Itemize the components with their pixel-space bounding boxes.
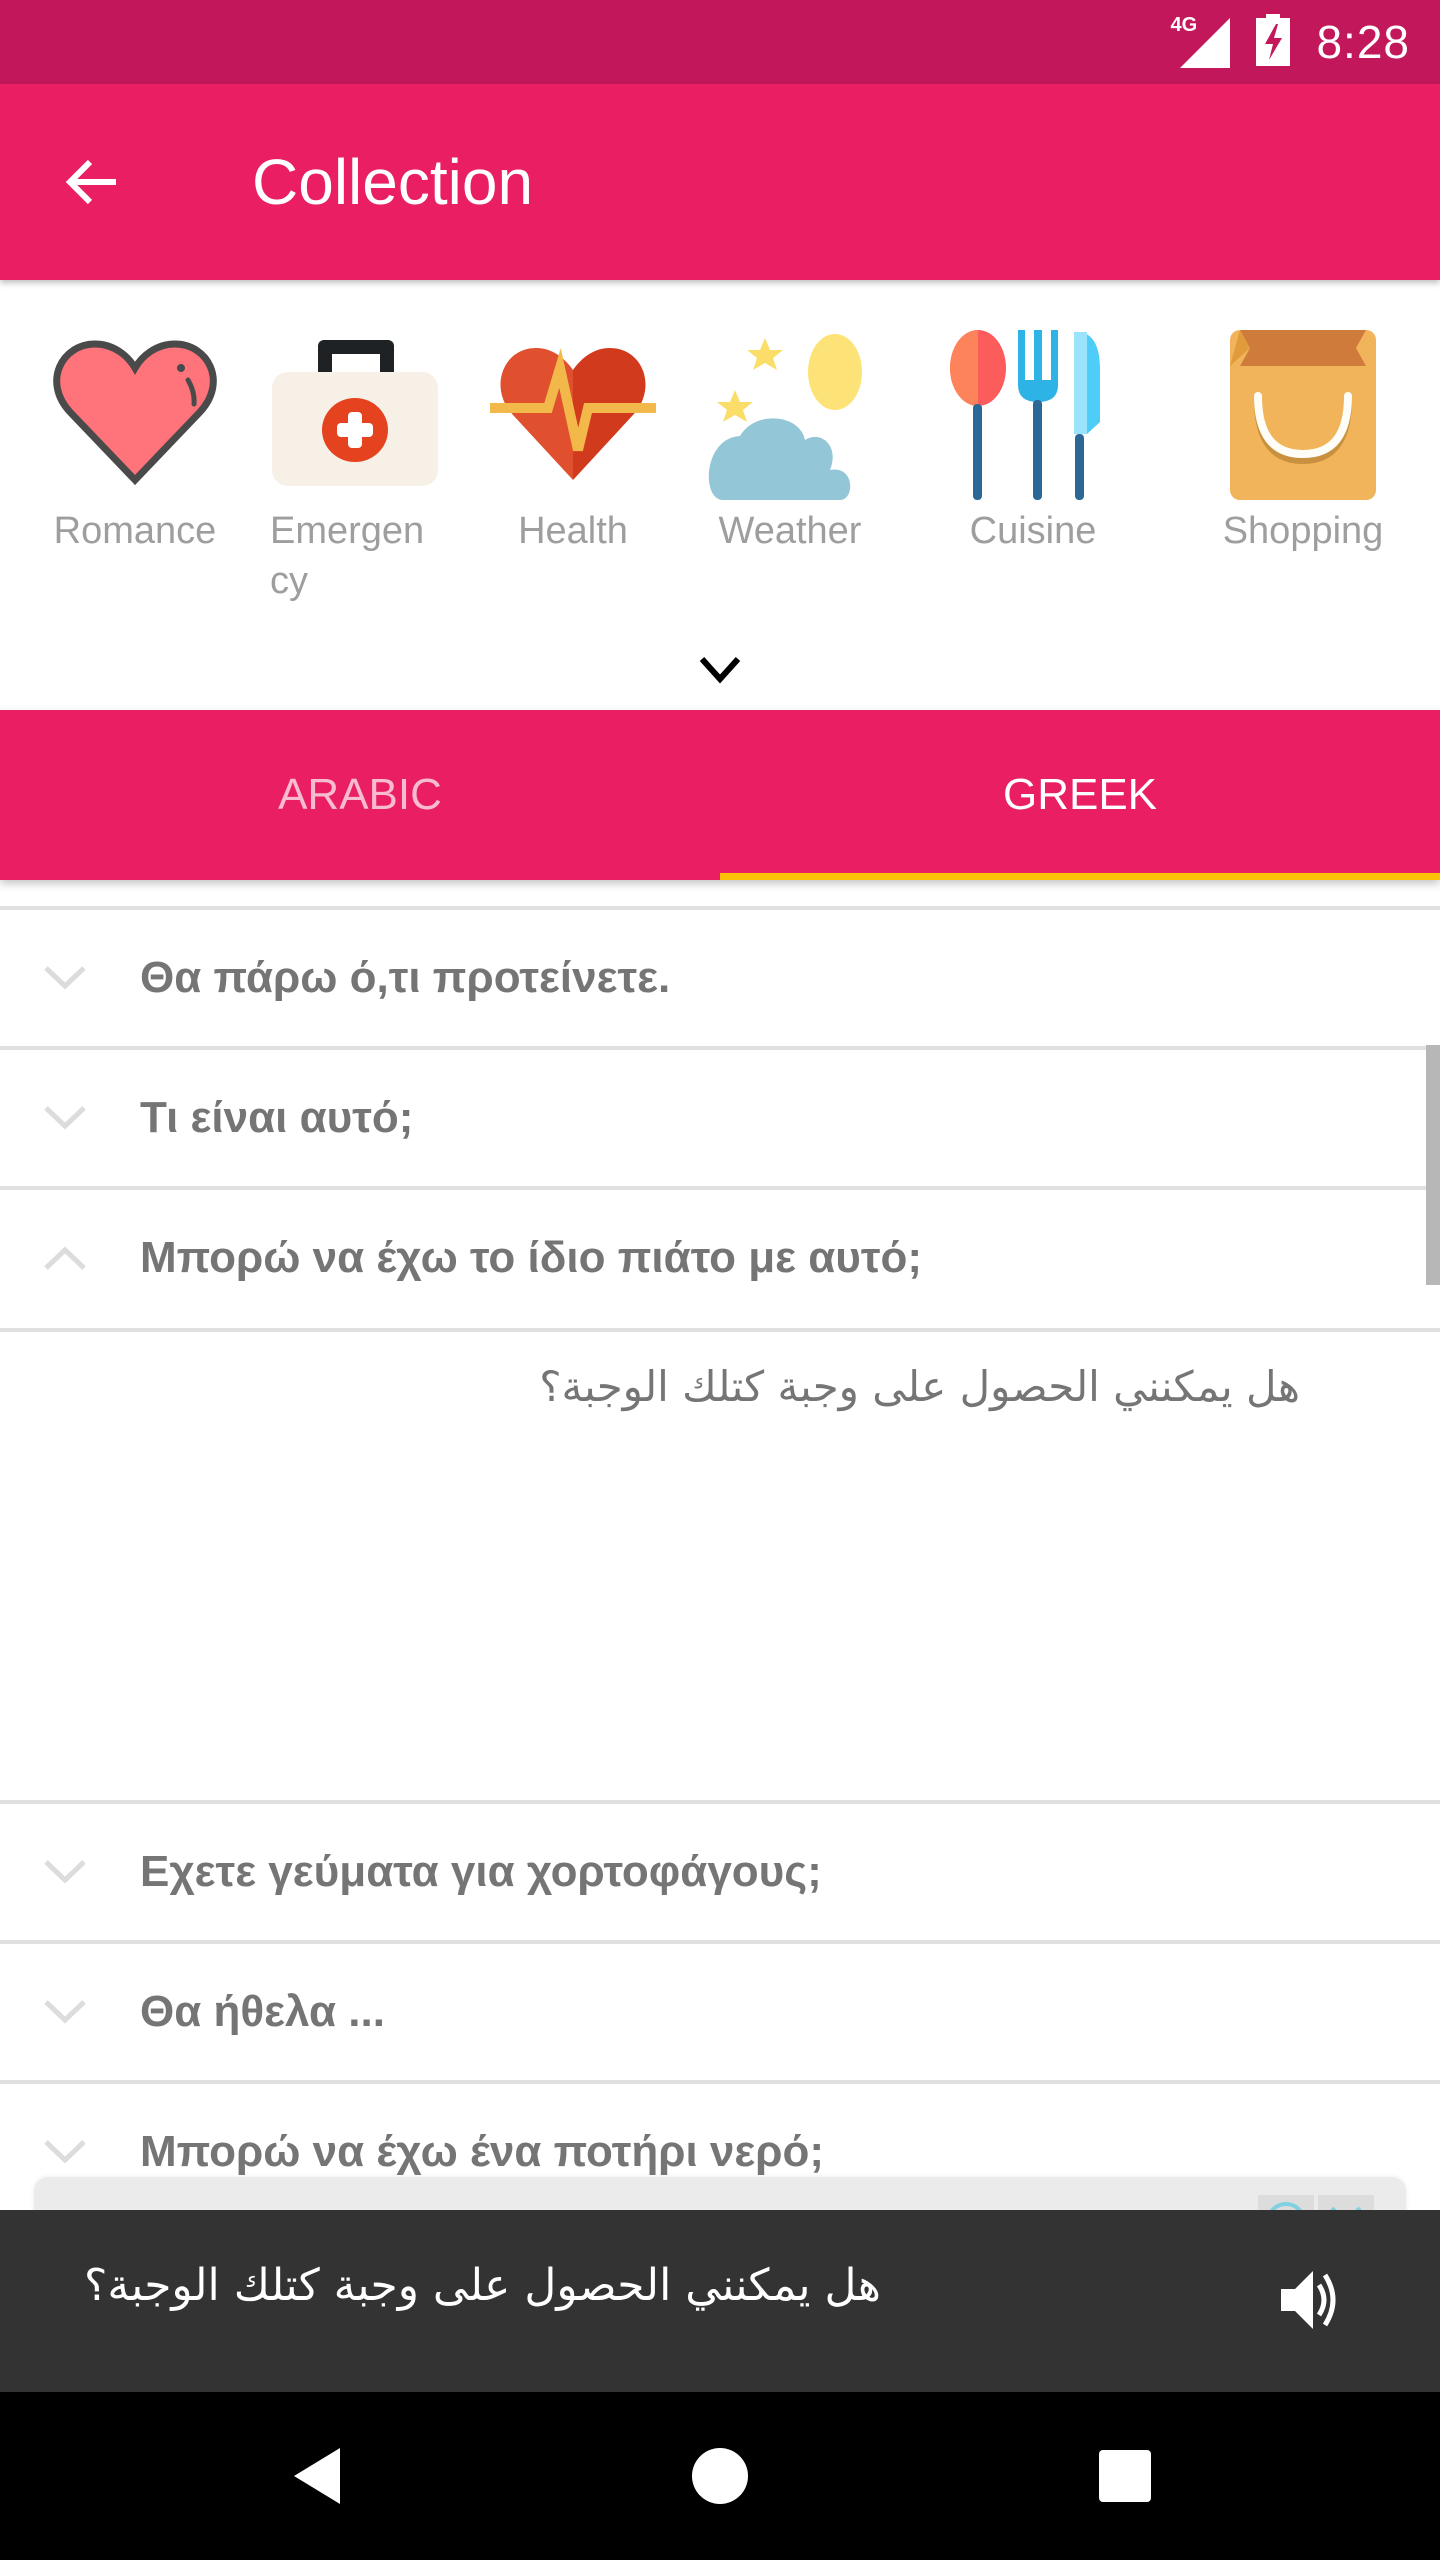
chevron-down-icon [44, 1860, 86, 1884]
phrase-text: Θα πάρω ό,τι προτείνετε. [140, 953, 671, 1002]
chevron-down-icon [44, 1106, 86, 1130]
phrase-text: Θα ήθελα ... [140, 1987, 385, 2036]
nav-back-button[interactable] [278, 2436, 358, 2516]
play-audio-button[interactable] [1270, 2260, 1350, 2340]
language-tabs: ARABIC GREEK [0, 710, 1440, 880]
chevron-up-icon [44, 1246, 86, 1270]
cutlery-icon [948, 330, 1118, 500]
category-label: Emergen cy [270, 510, 425, 602]
phrase-text: Τι είναι αυτό; [140, 1093, 414, 1142]
page-title: Collection [252, 146, 534, 218]
square-recents-icon [1099, 2450, 1151, 2502]
chevron-down-icon [44, 2140, 86, 2164]
phrase-row[interactable]: Τι είναι αυτό; [0, 1046, 1440, 1186]
phrase-text: Μπορώ να έχω το ίδιο πιάτο με αυτό; [140, 1233, 923, 1282]
phrase-row[interactable]: Θα πάρω ό,τι προτείνετε. [0, 906, 1440, 1046]
phrase-text: Εχετε γεύματα για χορτοφάγους; [140, 1847, 822, 1896]
circle-home-icon [692, 2448, 748, 2504]
category-label: Cuisine [969, 510, 1097, 552]
phrase-row-expanded[interactable]: Μπορώ να έχω το ίδιο πιάτο με αυτό; [0, 1186, 1440, 1326]
nav-recents-button[interactable] [1085, 2436, 1165, 2516]
category-cuisine[interactable]: Cuisine [948, 330, 1118, 556]
translation-text: هل يمكنني الحصول على وجبة كتلك الوجبة؟ [539, 1362, 1300, 1411]
category-romance[interactable]: Romance [50, 330, 220, 556]
scrollbar[interactable] [1426, 1045, 1440, 1285]
signal-icon: 4G [1170, 14, 1231, 68]
chevron-down-icon [699, 656, 741, 684]
player-text: هل يمكنني الحصول على وجبة كتلك الوجبة؟ [84, 2260, 882, 2311]
clock: 8:28 [1316, 16, 1410, 68]
phrase-text: Μπορώ να έχω ένα ποτήρι νερό; [140, 2127, 824, 2176]
triangle-back-icon [294, 2448, 340, 2504]
category-label: Romance [53, 510, 217, 552]
category-shopping[interactable]: Shopping [1218, 330, 1388, 556]
system-nav-bar [0, 2392, 1440, 2560]
heartbeat-icon [488, 330, 658, 500]
app-bar: Collection [0, 84, 1440, 280]
phrase-row[interactable]: Μπορώ να έχω ένα ποτήρι νερό; [0, 2080, 1440, 2210]
tab-arabic[interactable]: ARABIC [0, 710, 720, 880]
tab-label: GREEK [1002, 770, 1158, 819]
category-label: Shopping [1222, 510, 1384, 552]
speaker-icon [1281, 2271, 1336, 2329]
tab-greek[interactable]: GREEK [720, 710, 1440, 880]
category-emergency[interactable]: Emergen cy [270, 330, 440, 606]
phrase-row[interactable]: Θα ήθελα ... [0, 1940, 1440, 2080]
expand-categories-button[interactable] [690, 640, 750, 700]
audio-player-bar: هل يمكنني الحصول على وجبة كتلك الوجبة؟ [0, 2210, 1440, 2392]
battery-charging-icon [1256, 13, 1291, 71]
first-aid-kit-icon [270, 330, 440, 500]
category-health[interactable]: Health [488, 330, 658, 556]
phrase-row[interactable]: Εχετε γεύματα για χορτοφάγους; [0, 1800, 1440, 1940]
tab-indicator [720, 873, 1440, 880]
weather-icon [705, 330, 875, 500]
chevron-down-icon [44, 2000, 86, 2024]
category-strip: Romance Emergen cy Health Weather Cuisin… [0, 280, 1440, 710]
status-bar: 4G 8:28 [0, 0, 1440, 84]
tab-label: ARABIC [278, 770, 442, 819]
shopping-bag-icon [1218, 330, 1388, 500]
category-label: Health [518, 510, 628, 552]
phrase-translation-panel: هل يمكنني الحصول على وجبة كتلك الوجبة؟ A… [0, 1328, 1440, 2210]
phrase-list[interactable]: Θα πάρω ό,τι προτείνετε. Τι είναι αυτό; … [0, 880, 1440, 2210]
back-button[interactable] [50, 140, 134, 224]
category-label: Weather [718, 510, 862, 552]
arrow-left-icon [65, 159, 116, 205]
category-weather[interactable]: Weather [705, 330, 875, 556]
heart-icon [50, 330, 220, 500]
nav-home-button[interactable] [680, 2436, 760, 2516]
chevron-down-icon [44, 966, 86, 990]
